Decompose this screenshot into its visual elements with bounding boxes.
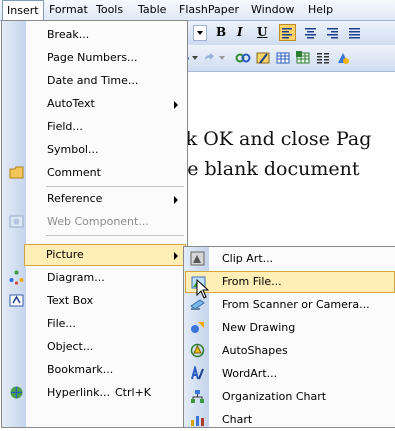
menu-item-label: From File... xyxy=(222,275,282,288)
menu-item-label: Reference xyxy=(47,192,103,205)
picture-submenu: Clip Art... From File... From Scanner or… xyxy=(183,246,395,428)
insert-hyperlink-item[interactable]: Hyperlink... Ctrl+K xyxy=(3,382,186,404)
submenu-arrow-icon xyxy=(174,196,178,204)
hyperlink-toolbar-icon[interactable] xyxy=(235,50,251,66)
menu-item-label: AutoText xyxy=(47,97,95,110)
menu-item-label: Page Numbers... xyxy=(47,51,138,64)
menu-item-label: Clip Art... xyxy=(222,252,274,265)
insert-break-item[interactable]: Break... xyxy=(3,24,186,46)
menu-separator xyxy=(46,186,184,187)
menu-shortcut-label: Ctrl+K xyxy=(115,386,152,399)
insert-object-item[interactable]: Object... xyxy=(3,336,186,358)
org-chart-icon xyxy=(191,390,204,403)
autoshapes-icon xyxy=(190,343,205,358)
menu-item-label: From Scanner or Camera... xyxy=(222,298,370,311)
menu-item-label: Bookmark... xyxy=(47,363,114,376)
bold-button[interactable]: B xyxy=(216,25,226,39)
insert-bookmark-item[interactable]: Bookmark... xyxy=(3,359,186,381)
menu-flashpaper[interactable]: FlashPaper xyxy=(179,3,239,16)
diagram-icon xyxy=(9,270,24,285)
insert-symbol-item[interactable]: Symbol... xyxy=(3,139,186,161)
chart-icon xyxy=(191,416,204,426)
scanner-icon xyxy=(190,299,205,310)
drawing-icon[interactable] xyxy=(335,50,351,66)
submenu-arrow-icon xyxy=(174,252,178,260)
insert-menu: Break... Page Numbers... Date and Time..… xyxy=(1,20,188,428)
menu-item-label: File... xyxy=(47,317,76,330)
menu-item-label: Picture xyxy=(46,248,84,261)
insert-text-box-item[interactable]: Text Box xyxy=(3,290,186,312)
comment-icon xyxy=(9,166,24,179)
tables-borders-icon[interactable] xyxy=(255,50,271,66)
chevron-down-icon xyxy=(197,31,203,35)
insert-comment-item[interactable]: Comment xyxy=(3,162,186,184)
web-component-icon xyxy=(9,215,24,228)
menu-item-label: Chart xyxy=(222,413,253,426)
picture-from-file-item[interactable]: From File... xyxy=(185,271,395,293)
insert-field-item[interactable]: Field... xyxy=(3,116,186,138)
menu-item-label: Text Box xyxy=(47,294,94,307)
document-text-line-2: he blank document xyxy=(175,158,360,180)
picture-clip-art-item[interactable]: Clip Art... xyxy=(185,248,395,270)
redo-icon[interactable] xyxy=(203,51,217,65)
menu-item-label: Date and Time... xyxy=(47,74,139,87)
menu-item-label: Field... xyxy=(47,120,83,133)
picture-org-chart-item[interactable]: Organization Chart xyxy=(185,386,395,408)
undo-dropdown-icon[interactable] xyxy=(192,56,198,60)
standard-toolbar xyxy=(175,45,395,72)
menu-bar: Insert Format Tools Table FlashPaper Win… xyxy=(0,0,395,21)
align-center-icon[interactable] xyxy=(303,25,318,40)
picture-autoshapes-item[interactable]: AutoShapes xyxy=(185,340,395,362)
wordart-icon xyxy=(191,366,204,380)
menu-format[interactable]: Format xyxy=(49,3,88,16)
picture-from-scanner-item[interactable]: From Scanner or Camera... xyxy=(185,294,395,316)
italic-button[interactable]: I xyxy=(237,25,243,39)
menu-item-label: Diagram... xyxy=(47,271,105,284)
document-text-line-1: ck OK and close Pag xyxy=(175,128,372,150)
menu-item-label: Hyperlink... xyxy=(47,386,110,399)
menu-item-label: New Drawing xyxy=(222,321,296,334)
menu-item-label: Break... xyxy=(47,28,90,41)
insert-picture-item[interactable]: Picture xyxy=(24,244,186,266)
menu-tools[interactable]: Tools xyxy=(96,3,123,16)
align-right-icon[interactable] xyxy=(325,25,340,40)
font-size-dropdown-button[interactable] xyxy=(193,25,207,41)
insert-reference-item[interactable]: Reference xyxy=(3,188,186,210)
picture-wordart-item[interactable]: WordArt... xyxy=(185,363,395,385)
clip-art-icon xyxy=(190,251,205,266)
underline-button[interactable]: U xyxy=(257,25,267,39)
menu-window[interactable]: Window xyxy=(251,3,294,16)
menu-item-label: WordArt... xyxy=(222,367,278,380)
insert-diagram-item[interactable]: Diagram... xyxy=(3,267,186,289)
justify-icon[interactable] xyxy=(347,25,362,40)
insert-date-time-item[interactable]: Date and Time... xyxy=(3,70,186,92)
text-box-icon xyxy=(9,294,24,307)
insert-file-item[interactable]: File... xyxy=(3,313,186,335)
menu-help[interactable]: Help xyxy=(308,3,333,16)
menu-table[interactable]: Table xyxy=(138,3,166,16)
menu-separator xyxy=(46,235,184,236)
insert-autotext-item[interactable]: AutoText xyxy=(3,93,186,115)
submenu-arrow-icon xyxy=(174,101,178,109)
menu-item-label: Symbol... xyxy=(47,143,99,156)
insert-page-numbers-item[interactable]: Page Numbers... xyxy=(3,47,186,69)
align-left-button[interactable] xyxy=(279,24,296,41)
insert-table-icon[interactable] xyxy=(275,50,291,66)
menu-item-label: Comment xyxy=(47,166,101,179)
formatting-toolbar: 2 B I U xyxy=(175,21,395,46)
new-drawing-icon xyxy=(191,322,204,333)
insert-excel-icon[interactable] xyxy=(295,50,311,66)
hyperlink-icon xyxy=(10,386,23,399)
redo-dropdown-icon[interactable] xyxy=(219,56,225,60)
menu-item-label: AutoShapes xyxy=(222,344,288,357)
menu-item-label: Object... xyxy=(47,340,94,353)
columns-icon[interactable] xyxy=(315,50,331,66)
menu-item-label: Web Component... xyxy=(47,215,149,228)
mouse-pointer-icon xyxy=(196,279,210,299)
menu-item-label: Organization Chart xyxy=(222,390,327,403)
insert-web-component-item: Web Component... xyxy=(3,211,186,233)
menu-insert[interactable]: Insert xyxy=(2,0,44,21)
align-left-icon xyxy=(282,28,292,39)
picture-new-drawing-item[interactable]: New Drawing xyxy=(185,317,395,339)
